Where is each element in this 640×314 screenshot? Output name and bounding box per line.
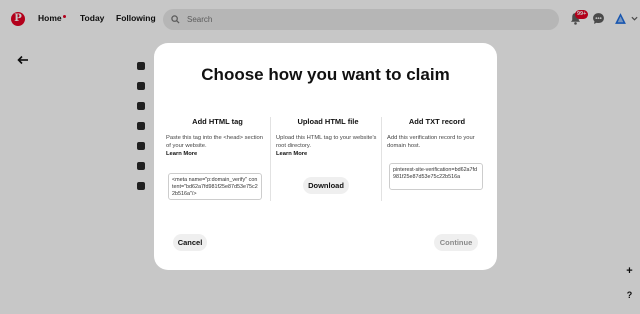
upload-file-heading: Upload HTML file: [297, 117, 359, 126]
upload-file-description: Upload this HTML tag to your website's r…: [276, 135, 377, 149]
html-tag-learn-more-link[interactable]: Learn More: [166, 150, 269, 158]
html-tag-description: Paste this tag into the <head> section o…: [166, 135, 264, 149]
txt-record-heading: Add TXT record: [408, 117, 466, 126]
claim-modal: Choose how you want to claim Add HTML ta…: [154, 43, 497, 270]
modal-title: Choose how you want to claim: [201, 65, 450, 84]
html-tag-heading: Add HTML tag: [192, 117, 243, 126]
column-divider: [381, 117, 382, 201]
column-divider: [270, 117, 271, 201]
html-tag-code-field[interactable]: <meta name="p:domain_verify" content="bd…: [168, 173, 262, 200]
txt-record-description: Add this verification record to your dom…: [387, 135, 475, 149]
continue-button[interactable]: Continue: [434, 234, 478, 251]
cancel-button[interactable]: Cancel: [173, 234, 207, 251]
download-button[interactable]: Download: [303, 177, 349, 194]
upload-file-learn-more-link[interactable]: Learn More: [276, 150, 380, 158]
txt-record-code-field[interactable]: pinterest-site-verification=bd62a7fd981f…: [389, 163, 483, 190]
